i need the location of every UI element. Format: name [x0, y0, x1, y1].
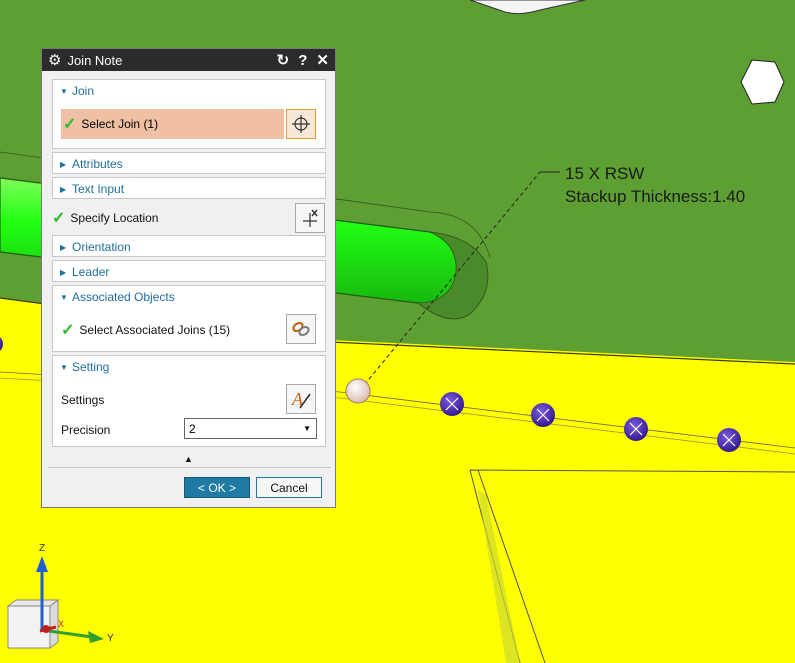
dialog-separator — [48, 467, 331, 468]
expanded-triangle-icon: ▼ — [60, 86, 68, 96]
orientation-group[interactable]: ▶ Orientation — [52, 235, 326, 257]
chain-link-icon[interactable] — [286, 314, 316, 344]
weld-point-selected[interactable] — [345, 378, 371, 404]
setting-group: ▼ Setting Settings A Precision 2 ▼ — [52, 355, 326, 447]
triad-z-label: Z — [39, 543, 46, 554]
triad-cube-side — [49, 599, 59, 649]
text-style-icon[interactable]: A — [286, 384, 316, 414]
join-group-label: Join — [72, 84, 95, 98]
attributes-group-label: Attributes — [72, 157, 123, 171]
settings-label: Settings — [61, 393, 105, 407]
precision-select[interactable]: 2 ▼ — [184, 418, 317, 439]
weld-point[interactable] — [531, 403, 555, 427]
check-icon: ✓ — [52, 210, 66, 227]
setting-group-label: Setting — [72, 360, 110, 374]
chevron-down-icon: ▼ — [303, 424, 311, 433]
leader-group-label: Leader — [72, 265, 110, 279]
select-associated-joins-label: Select Associated Joins (15) — [79, 323, 231, 337]
orientation-group-header[interactable]: ▶ Orientation — [53, 236, 325, 258]
weld-point[interactable] — [717, 428, 741, 452]
attributes-group-header[interactable]: ▶ Attributes — [53, 153, 325, 175]
expanded-triangle-icon: ▼ — [60, 362, 68, 372]
text-input-group[interactable]: ▶ Text Input — [52, 177, 326, 199]
join-group-header[interactable]: ▼ Join — [53, 80, 325, 102]
collapsed-triangle-icon: ▶ — [60, 184, 67, 194]
location-point-icon[interactable] — [295, 203, 325, 233]
leader-group-header[interactable]: ▶ Leader — [53, 261, 325, 283]
text-input-group-label: Text Input — [72, 182, 125, 196]
leader-group[interactable]: ▶ Leader — [52, 260, 326, 282]
weld-point[interactable] — [440, 392, 464, 416]
weld-point[interactable] — [624, 417, 648, 441]
gear-icon: ⚙ — [48, 52, 62, 69]
check-icon: ✓ — [61, 322, 75, 339]
associated-objects-group: ▼ Associated Objects ✓ Select Associated … — [52, 285, 326, 352]
associated-objects-group-header[interactable]: ▼ Associated Objects — [53, 286, 325, 308]
precision-value: 2 — [189, 421, 196, 436]
setting-group-header[interactable]: ▼ Setting — [53, 356, 325, 378]
triad-y-label: Y — [107, 633, 114, 644]
close-icon[interactable]: ✕ — [316, 53, 329, 68]
collapsed-triangle-icon: ▶ — [60, 267, 67, 277]
precision-label: Precision — [61, 423, 111, 437]
text-input-group-header[interactable]: ▶ Text Input — [53, 178, 325, 200]
expanded-triangle-icon: ▼ — [60, 292, 68, 302]
collapse-up-icon[interactable]: ▲ — [184, 454, 193, 464]
dialog-title: Join Note — [67, 52, 123, 68]
check-icon: ✓ — [63, 116, 77, 133]
note-line-1[interactable]: 15 X RSW — [565, 164, 644, 184]
select-join-label: Select Join (1) — [81, 117, 159, 131]
triad-x-label: X — [58, 619, 65, 629]
select-associated-joins-row[interactable]: ✓ Select Associated Joins (15) — [61, 319, 230, 341]
specify-location-row[interactable]: ✓ Specify Location — [52, 207, 158, 229]
reset-icon[interactable]: ↻ — [277, 53, 290, 68]
select-join-row[interactable]: ✓ Select Join (1) — [61, 109, 284, 139]
collapsed-triangle-icon: ▶ — [60, 159, 67, 169]
attributes-group[interactable]: ▶ Attributes — [52, 152, 326, 174]
dialog-titlebar[interactable]: ⚙ Join Note ↻ ? ✕ — [42, 49, 335, 71]
crosshair-icon[interactable] — [286, 109, 316, 139]
cancel-button[interactable]: Cancel — [256, 477, 322, 498]
specify-location-label: Specify Location — [70, 211, 159, 225]
note-line-2[interactable]: Stackup Thickness:1.40 — [565, 187, 745, 207]
join-note-dialog: ⚙ Join Note ↻ ? ✕ ▼ Join ✓ Select Join (1… — [41, 48, 336, 508]
associated-objects-group-label: Associated Objects — [72, 290, 175, 304]
help-icon[interactable]: ? — [298, 53, 307, 68]
collapsed-triangle-icon: ▶ — [60, 242, 67, 252]
join-group: ▼ Join ✓ Select Join (1) — [52, 79, 326, 149]
orientation-group-label: Orientation — [72, 240, 131, 254]
triad-cube-top — [6, 599, 60, 607]
ok-button[interactable]: < OK > — [184, 477, 250, 498]
